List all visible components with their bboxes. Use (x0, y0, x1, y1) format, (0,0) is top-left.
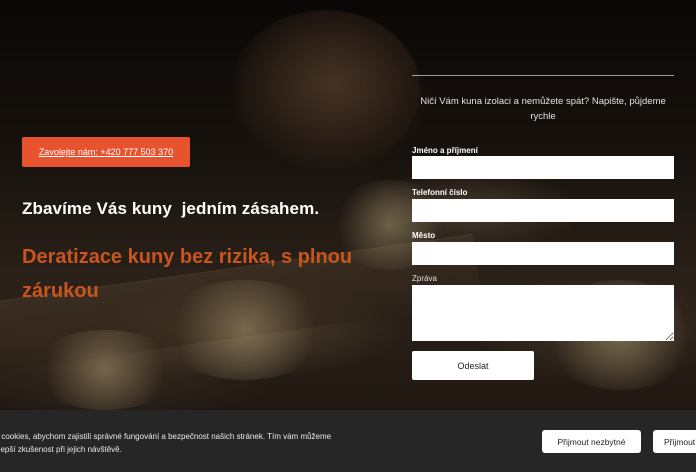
call-phone-button[interactable]: Zavolejte nám: +420 777 503 370 (22, 137, 190, 167)
phone-field[interactable] (412, 199, 674, 222)
name-field-label: Jméno a příjmení (412, 146, 478, 155)
submit-button[interactable]: Odeslat (412, 351, 534, 380)
message-field-label: Zpráva (412, 274, 437, 283)
accept-all-cookies-button[interactable]: Přijmout (653, 430, 696, 453)
form-divider (412, 75, 674, 76)
accept-necessary-cookies-button[interactable]: Přijmout nezbytné (542, 430, 641, 453)
form-intro: Ničí Vám kuna izolaci a nemůžete spát? N… (420, 96, 666, 122)
phone-field-label: Telefonní číslo (412, 188, 468, 197)
city-field[interactable] (412, 242, 674, 265)
message-field[interactable] (412, 285, 674, 341)
cookie-text: me cookies, abychom zajistili správné fu… (0, 432, 332, 454)
city-field-label: Město (412, 231, 436, 240)
hero-headline: Zbavíme Vás kuny jedním zásahem. (22, 199, 320, 218)
name-field[interactable] (412, 156, 674, 179)
hero-subheadline: Deratizace kuny bez rizika, s plnou záru… (22, 246, 353, 302)
